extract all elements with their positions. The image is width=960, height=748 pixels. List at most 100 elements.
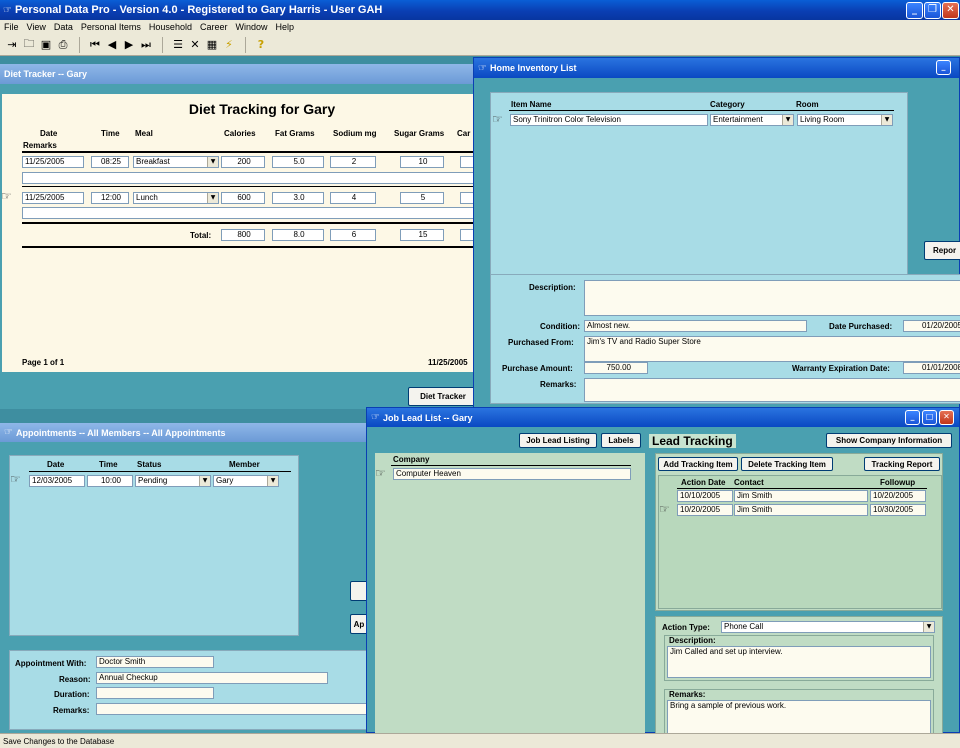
chevron-down-icon[interactable]: ▼ xyxy=(881,115,892,125)
track1-followup[interactable]: 10/20/2005 xyxy=(870,490,926,502)
reason-field[interactable]: Annual Checkup xyxy=(96,672,328,684)
show-company-info-button[interactable]: Show Company Information xyxy=(826,433,952,448)
remarks-field[interactable]: Bring a sample of previous work. xyxy=(667,700,931,734)
list-icon[interactable]: ☰ xyxy=(170,37,186,53)
row2-sodium[interactable]: 4 xyxy=(330,192,376,204)
chevron-down-icon[interactable]: ▼ xyxy=(267,476,278,486)
track2-action-date[interactable]: 10/20/2005 xyxy=(677,504,733,516)
menu-window[interactable]: Window xyxy=(231,22,271,32)
description-field[interactable]: Jim Called and set up interview. xyxy=(667,646,931,678)
item-name-field[interactable]: Sony Trinitron Color Television xyxy=(510,114,708,126)
last-record-icon[interactable]: ⏭ xyxy=(138,37,154,53)
exit-icon[interactable]: ⇥ xyxy=(4,37,20,53)
track2-followup[interactable]: 10/30/2005 xyxy=(870,504,926,516)
chevron-down-icon[interactable]: ▼ xyxy=(207,193,218,203)
menu-file[interactable]: File xyxy=(0,22,23,32)
purchase-amount-field[interactable]: 750.00 xyxy=(584,362,648,374)
company-list-area: Company ☞ Computer Heaven xyxy=(375,453,645,734)
close-icon[interactable]: ✕ xyxy=(939,410,954,425)
chevron-down-icon[interactable]: ▼ xyxy=(207,157,218,167)
header-remarks: Remarks xyxy=(23,141,57,150)
quick-icon[interactable]: ⚡ xyxy=(221,37,237,53)
close-icon[interactable]: ✕ xyxy=(942,2,959,19)
menu-personal-items[interactable]: Personal Items xyxy=(77,22,145,32)
status-select[interactable]: Pending ▼ xyxy=(135,475,211,487)
tracking-report-button[interactable]: Tracking Report xyxy=(864,457,940,471)
first-record-icon[interactable]: ⏮ xyxy=(87,37,103,53)
header-room: Room xyxy=(796,100,819,109)
remarks-field[interactable] xyxy=(584,378,960,402)
header-rule xyxy=(391,465,631,466)
row2-sugar[interactable]: 5 xyxy=(400,192,444,204)
header-item-name: Item Name xyxy=(511,100,552,109)
row2-meal-select[interactable]: Lunch ▼ xyxy=(133,192,219,204)
delete-tracking-item-button[interactable]: Delete Tracking Item xyxy=(741,457,833,471)
description-field[interactable] xyxy=(584,280,960,316)
row2-time[interactable]: 12:00 xyxy=(91,192,129,204)
open-icon[interactable]: 🗀 xyxy=(21,37,37,53)
row2-calories[interactable]: 600 xyxy=(221,192,265,204)
row2-date[interactable]: 11/25/2005 xyxy=(22,192,84,204)
calculator-icon[interactable]: ▦ xyxy=(204,37,220,53)
member-select[interactable]: Gary ▼ xyxy=(213,475,279,487)
appointment-date-field[interactable]: 12/03/2005 xyxy=(29,475,85,487)
duration-field[interactable] xyxy=(96,687,214,699)
row2-remarks[interactable] xyxy=(22,207,480,219)
row1-date[interactable]: 11/25/2005 xyxy=(22,156,84,168)
minimize-icon[interactable]: _ xyxy=(905,410,920,425)
appointment-time-field[interactable]: 10:00 xyxy=(87,475,133,487)
row1-meal-select[interactable]: Breakfast ▼ xyxy=(133,156,219,168)
restore-icon[interactable]: ❐ xyxy=(924,2,941,19)
condition-field[interactable]: Almost new. xyxy=(584,320,807,332)
delete-icon[interactable]: ✕ xyxy=(187,37,203,53)
print-icon[interactable]: ⎙ xyxy=(55,37,71,53)
chevron-down-icon[interactable]: ▼ xyxy=(199,476,210,486)
chevron-down-icon[interactable]: ▼ xyxy=(923,622,934,632)
remarks-label: Remarks: xyxy=(540,380,577,389)
job-lead-listing-button[interactable]: Job Lead Listing xyxy=(519,433,597,448)
minimize-icon[interactable]: _ xyxy=(936,60,951,75)
report-button[interactable]: Repor xyxy=(924,241,960,260)
row2-fat[interactable]: 3.0 xyxy=(272,192,324,204)
header-action-date: Action Date xyxy=(681,478,726,487)
appointments-list-area: Date Time Status Member ☞ 12/03/2005 10:… xyxy=(9,455,299,636)
menu-data[interactable]: Data xyxy=(50,22,77,32)
remarks-field[interactable] xyxy=(96,703,368,715)
row1-sodium[interactable]: 2 xyxy=(330,156,376,168)
maximize-icon[interactable]: □ xyxy=(922,410,937,425)
row1-remarks[interactable] xyxy=(22,172,480,184)
room-select[interactable]: Living Room ▼ xyxy=(797,114,893,126)
diet-tracker-button[interactable]: Diet Tracker xyxy=(408,387,478,406)
track1-action-date[interactable]: 10/10/2005 xyxy=(677,490,733,502)
minimize-icon[interactable]: _ xyxy=(906,2,923,19)
prev-record-icon[interactable]: ◀ xyxy=(104,37,120,53)
help-icon[interactable]: ? xyxy=(253,37,269,53)
row1-time[interactable]: 08:25 xyxy=(91,156,129,168)
date-purchased-field[interactable]: 01/20/2005 xyxy=(903,320,960,332)
menu-household[interactable]: Household xyxy=(145,22,196,32)
add-tracking-item-button[interactable]: Add Tracking Item xyxy=(658,457,738,471)
track2-contact[interactable]: Jim Smith xyxy=(734,504,868,516)
menu-career[interactable]: Career xyxy=(196,22,232,32)
next-record-icon[interactable]: ▶ xyxy=(121,37,137,53)
category-select[interactable]: Entertainment ▼ xyxy=(710,114,794,126)
action-type-select[interactable]: Phone Call ▼ xyxy=(721,621,935,633)
track1-contact[interactable]: Jim Smith xyxy=(734,490,868,502)
total-fat: 8.0 xyxy=(272,229,324,241)
warranty-field[interactable]: 01/01/2008 xyxy=(903,362,960,374)
menu-view[interactable]: View xyxy=(23,22,50,32)
header-meal: Meal xyxy=(135,129,153,138)
labels-button[interactable]: Labels xyxy=(601,433,641,448)
header-rule xyxy=(677,488,927,489)
appointment-with-field[interactable]: Doctor Smith xyxy=(96,656,214,668)
menu-help[interactable]: Help xyxy=(271,22,298,32)
purchased-from-field[interactable]: Jim's TV and Radio Super Store xyxy=(584,336,960,362)
row-divider xyxy=(22,186,480,187)
row1-fat[interactable]: 5.0 xyxy=(272,156,324,168)
company-field[interactable]: Computer Heaven xyxy=(393,468,631,480)
row1-sugar[interactable]: 10 xyxy=(400,156,444,168)
row1-calories[interactable]: 200 xyxy=(221,156,265,168)
header-time: Time xyxy=(101,129,120,138)
chevron-down-icon[interactable]: ▼ xyxy=(782,115,793,125)
save-icon[interactable]: ▣ xyxy=(38,37,54,53)
